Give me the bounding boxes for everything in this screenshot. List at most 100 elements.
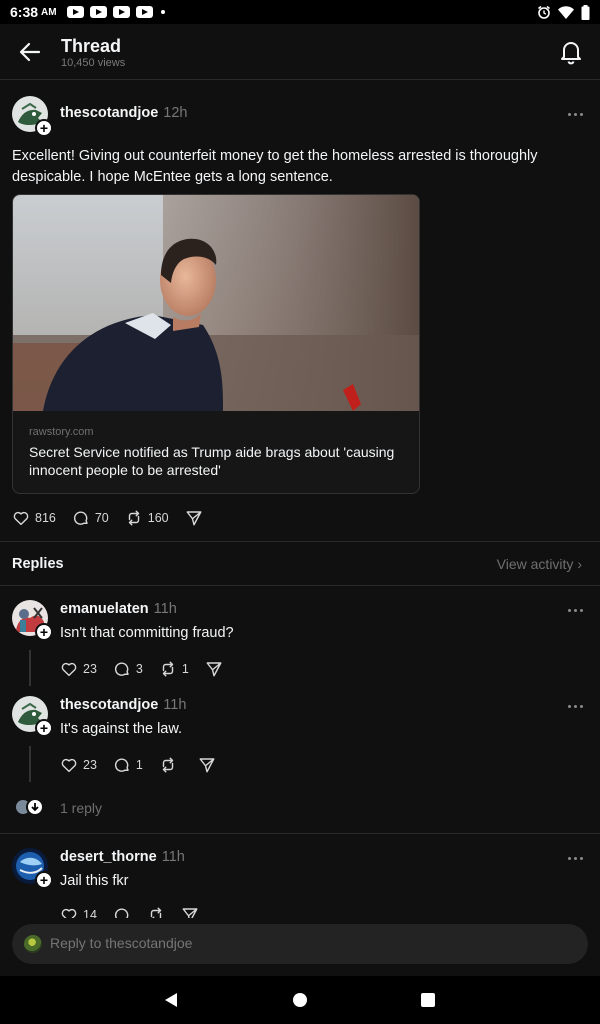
share-button[interactable] xyxy=(185,509,203,527)
like-count: 23 xyxy=(83,758,97,772)
reply-text: It's against the law. xyxy=(60,721,183,737)
reply-author-avatar[interactable]: + xyxy=(12,600,53,641)
share-button[interactable] xyxy=(181,906,199,918)
follow-plus-button[interactable]: + xyxy=(35,623,53,641)
send-icon xyxy=(206,662,222,677)
like-count: 23 xyxy=(83,662,97,676)
reply-time: 11h xyxy=(153,601,177,617)
nav-back-icon[interactable] xyxy=(163,992,179,1008)
like-count: 14 xyxy=(83,908,97,918)
reply-more-button[interactable] xyxy=(568,701,588,711)
reply-composer[interactable] xyxy=(12,924,588,964)
post-more-button[interactable] xyxy=(568,109,588,119)
share-button[interactable] xyxy=(205,660,223,678)
reply-text: Jail this fkr xyxy=(60,873,129,889)
username[interactable]: thescotandjoe xyxy=(60,697,158,713)
link-preview-card[interactable]: rawstory.com Secret Service notified as … xyxy=(12,194,420,494)
reply-time: 11h xyxy=(163,697,187,713)
repost-count: 160 xyxy=(147,511,169,525)
repost-button[interactable]: 160 xyxy=(125,509,169,527)
reply-actions: 14 xyxy=(60,906,215,918)
repost-button[interactable] xyxy=(147,906,165,918)
comment-button[interactable]: 1 xyxy=(113,756,143,774)
comment-count: 3 xyxy=(135,662,143,676)
arrow-left-icon xyxy=(19,42,41,62)
link-title: Secret Service notified as Trump aide br… xyxy=(29,444,395,478)
link-preview-image xyxy=(13,195,419,411)
thread-header: Thread 10,450 views xyxy=(0,24,600,80)
username[interactable]: thescotandjoe xyxy=(60,105,158,121)
thread-line xyxy=(29,650,31,686)
more-replies-link[interactable]: 1 reply xyxy=(60,800,102,816)
heart-icon xyxy=(13,511,29,526)
reply-author-avatar[interactable]: + xyxy=(12,848,53,889)
heart-icon xyxy=(61,758,77,773)
repost-button[interactable] xyxy=(159,756,182,774)
status-ampm: AM xyxy=(41,6,57,18)
youtube-notification-icon xyxy=(66,6,84,18)
system-nav-bar xyxy=(0,976,600,1024)
send-icon xyxy=(199,758,215,773)
view-activity-link[interactable]: View activity › xyxy=(497,556,582,572)
like-count: 816 xyxy=(35,511,56,525)
status-time: 6:38 xyxy=(10,4,39,20)
post-text: Excellent! Giving out counterfeit money … xyxy=(12,148,538,185)
view-activity-label[interactable]: View activity xyxy=(497,556,574,572)
nav-home-icon[interactable] xyxy=(293,993,307,1007)
divider xyxy=(0,585,600,586)
like-button[interactable]: 14 xyxy=(60,906,97,918)
reply-author-name[interactable]: emanuelaten 11h xyxy=(60,601,177,617)
reply-actions: 23 3 1 xyxy=(60,660,239,678)
youtube-notification-icon xyxy=(135,6,153,18)
link-domain: rawstory.com xyxy=(29,426,94,438)
reply-input[interactable] xyxy=(50,935,550,951)
comment-icon xyxy=(114,758,129,772)
reply-author-name[interactable]: thescotandjoe 11h xyxy=(60,697,186,713)
wifi-icon xyxy=(558,5,574,19)
status-bar: 6:38 AM xyxy=(0,0,600,24)
post-author-avatar[interactable]: + xyxy=(12,96,53,137)
like-button[interactable]: 23 xyxy=(60,756,97,774)
follow-plus-button[interactable]: + xyxy=(35,871,53,889)
reply-author-name[interactable]: desert_thorne 11h xyxy=(60,849,185,865)
youtube-notification-icon xyxy=(112,6,130,18)
youtube-notification-icon xyxy=(89,6,107,18)
comment-count: 70 xyxy=(94,511,109,525)
repost-button[interactable]: 1 xyxy=(159,660,189,678)
more-notifications-dot-icon xyxy=(160,10,165,14)
like-button[interactable]: 23 xyxy=(60,660,97,678)
like-button[interactable]: 816 xyxy=(12,509,56,527)
comment-button[interactable] xyxy=(113,906,131,918)
username[interactable]: emanuelaten xyxy=(60,601,149,617)
follow-plus-button[interactable]: + xyxy=(35,119,53,137)
reply-more-button[interactable] xyxy=(568,605,588,615)
send-icon xyxy=(186,511,202,526)
reply-text: Isn't that committing fraud? xyxy=(60,625,234,641)
comment-icon xyxy=(114,662,129,676)
back-button[interactable] xyxy=(16,38,44,66)
follow-plus-button[interactable]: + xyxy=(35,719,53,737)
post-author-name[interactable]: thescotandjoe 12h xyxy=(60,105,188,121)
more-replies-avatars[interactable] xyxy=(16,798,44,818)
expand-replies-button[interactable] xyxy=(26,798,44,816)
comment-icon xyxy=(73,511,88,525)
notifications-button[interactable] xyxy=(558,38,584,66)
reply-actions: 23 1 xyxy=(60,756,232,774)
nav-recents-icon[interactable] xyxy=(421,993,435,1007)
share-button[interactable] xyxy=(198,756,216,774)
heart-icon xyxy=(61,662,77,677)
reply-author-avatar[interactable]: + xyxy=(12,696,53,737)
repost-icon xyxy=(162,661,174,677)
replies-label: Replies xyxy=(12,556,64,572)
comment-button[interactable]: 3 xyxy=(113,660,143,678)
username[interactable]: desert_thorne xyxy=(60,849,157,865)
reply-more-button[interactable] xyxy=(568,853,588,863)
reply-actions-cutoff: 14 xyxy=(0,904,600,918)
heart-icon xyxy=(61,908,77,918)
reply-time: 11h xyxy=(161,849,185,865)
arrow-down-icon xyxy=(31,803,39,812)
page-title: Thread xyxy=(61,36,122,56)
comment-button[interactable]: 70 xyxy=(72,509,109,527)
comment-count: 1 xyxy=(135,758,143,772)
divider xyxy=(0,541,600,542)
